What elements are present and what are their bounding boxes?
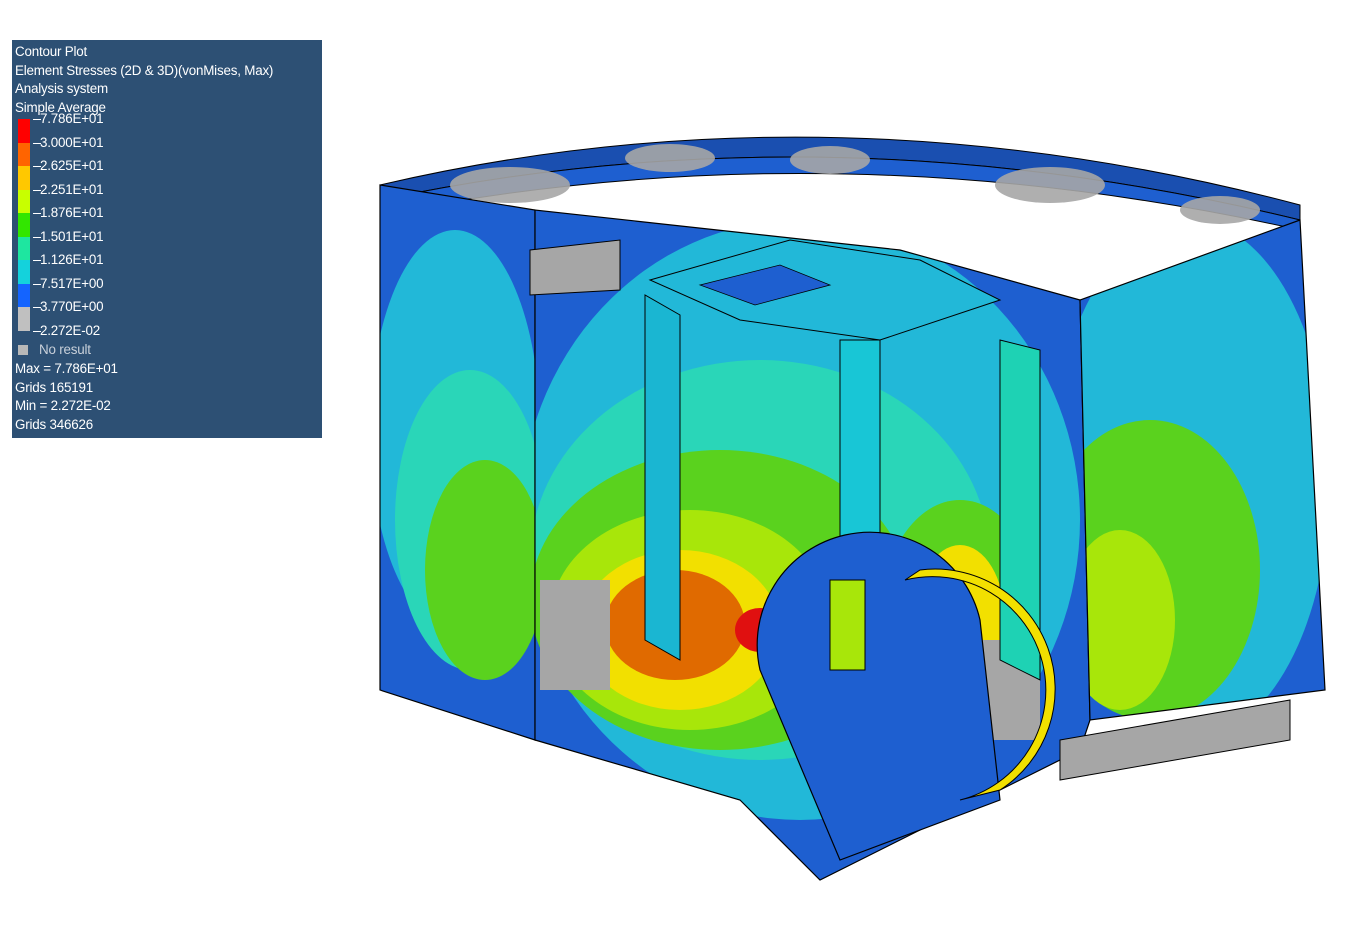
legend-max-value: Max = 7.786E+01 bbox=[15, 360, 118, 376]
legend-level-label: 2.625E+01 bbox=[18, 157, 104, 175]
legend-level-label: 2.272E-02 bbox=[18, 322, 100, 340]
legend-color-scale: 7.786E+01 3.000E+01 2.625E+01 2.251E+01 1.87… bbox=[15, 111, 322, 341]
legend-coord-system: Analysis system bbox=[15, 81, 108, 97]
legend-level-label: 1.126E+01 bbox=[18, 251, 104, 269]
legend-max-grid: Grids 165191 bbox=[15, 379, 93, 395]
no-result-label: No result bbox=[39, 342, 91, 358]
fea-stress-model[interactable] bbox=[360, 100, 1340, 900]
low-stress-patch bbox=[625, 144, 715, 172]
mesh-region bbox=[425, 460, 535, 680]
legend-level-label: 7.517E+00 bbox=[18, 275, 104, 293]
low-stress-patch bbox=[995, 167, 1105, 203]
legend-level-label: 1.501E+01 bbox=[18, 228, 104, 246]
bore-support bbox=[829, 579, 866, 671]
legend-level-label: 3.770E+00 bbox=[18, 298, 104, 316]
mesh-region bbox=[540, 580, 610, 690]
legend-no-result: No result bbox=[15, 341, 322, 360]
no-result-swatch bbox=[18, 345, 28, 356]
legend-level-label: 7.786E+01 bbox=[18, 110, 104, 128]
top-flange bbox=[529, 239, 621, 296]
low-stress-patch bbox=[450, 167, 570, 203]
legend-result-type: Element Stresses (2D & 3D)(vonMises, Max… bbox=[15, 62, 274, 78]
inner-rib bbox=[644, 294, 681, 661]
contour-legend: Contour Plot Element Stresses (2D & 3D)(… bbox=[12, 40, 322, 438]
legend-min-value: Min = 2.272E-02 bbox=[15, 398, 111, 414]
legend-level-label: 2.251E+01 bbox=[18, 181, 104, 199]
left-wall bbox=[380, 185, 535, 740]
low-stress-patch bbox=[790, 146, 870, 174]
legend-min-grid: Grids 346626 bbox=[15, 416, 93, 432]
legend-title: Contour Plot bbox=[15, 44, 88, 59]
model-viewport[interactable] bbox=[360, 100, 1340, 900]
low-stress-patch bbox=[1180, 196, 1260, 224]
legend-level-label: 1.876E+01 bbox=[18, 204, 104, 222]
legend-level-label: 3.000E+01 bbox=[18, 134, 104, 152]
